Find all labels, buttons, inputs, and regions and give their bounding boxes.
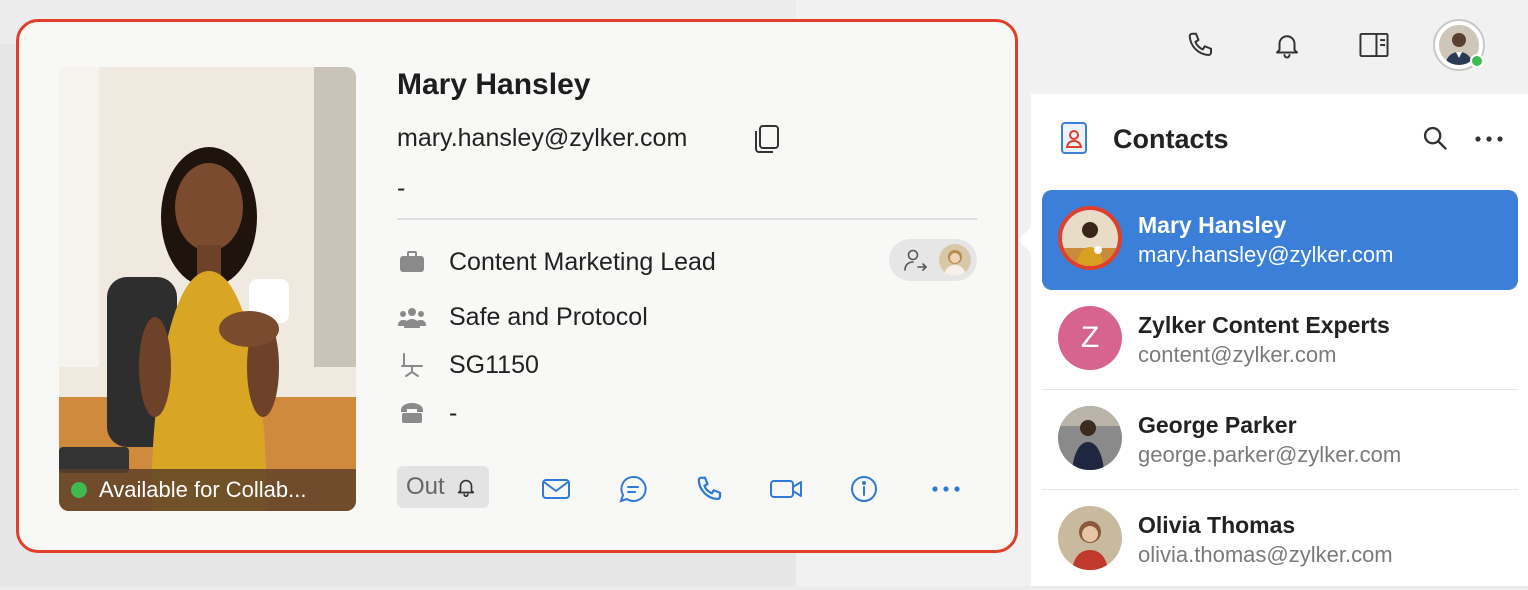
contacts-panel: Contacts Mary Hansley mary.hansley@zylke…: [1031, 94, 1528, 586]
reporting-to-button[interactable]: [889, 239, 977, 281]
contact-item-mary[interactable]: Mary Hansley mary.hansley@zylker.com: [1042, 190, 1518, 290]
contact-email: content@zylker.com: [1138, 342, 1337, 367]
profile-email[interactable]: mary.hansley@zylker.com: [397, 124, 687, 153]
contact-avatar: Z: [1058, 306, 1122, 370]
chair-icon: [397, 350, 427, 380]
divider: [397, 218, 977, 220]
contact-avatar: [1058, 506, 1122, 570]
profile-name: Mary Hansley: [397, 68, 591, 101]
extension-value: -: [449, 398, 458, 427]
department-value: Safe and Protocol: [449, 302, 648, 331]
designation-row: Content Marketing Lead: [397, 245, 716, 279]
contact-name: Mary Hansley: [1138, 212, 1287, 238]
contact-email: olivia.thomas@zylker.com: [1138, 542, 1393, 567]
group-icon: [397, 302, 427, 332]
chat-icon[interactable]: [616, 472, 650, 506]
out-label: Out: [406, 473, 445, 500]
phone-icon[interactable]: [693, 472, 727, 506]
video-icon[interactable]: [769, 472, 803, 506]
search-icon[interactable]: [1421, 124, 1451, 154]
contact-name: Zylker Content Experts: [1138, 312, 1390, 338]
mail-icon[interactable]: [539, 472, 573, 506]
bell-icon: [455, 475, 477, 499]
contacts-book-icon: [1059, 120, 1089, 156]
department-row: Safe and Protocol: [397, 300, 648, 334]
info-icon[interactable]: [847, 472, 881, 506]
contacts-header: Contacts: [1031, 94, 1528, 184]
contact-item-george[interactable]: George Parker george.parker@zylker.com: [1042, 390, 1518, 490]
seat-value: SG1150: [449, 350, 539, 379]
reports-to-icon: [903, 248, 929, 277]
contact-avatar: [1058, 406, 1122, 470]
contact-initial: Z: [1080, 321, 1100, 354]
more-options-icon[interactable]: [1473, 124, 1505, 154]
contact-name: George Parker: [1138, 412, 1297, 438]
briefcase-icon: [397, 247, 427, 277]
profile-photo: Available for Collab...: [59, 67, 356, 511]
user-avatar[interactable]: [1433, 19, 1485, 71]
online-status-dot: [1470, 54, 1484, 68]
contact-email: mary.hansley@zylker.com: [1138, 242, 1394, 267]
contact-item-zylker-content[interactable]: Z Zylker Content Experts content@zylker.…: [1042, 290, 1518, 390]
more-icon[interactable]: [929, 472, 963, 506]
presence-dot: [71, 482, 87, 498]
contacts-title: Contacts: [1113, 124, 1229, 154]
desk-phone-icon: [397, 398, 427, 428]
phone-icon[interactable]: [1184, 28, 1218, 62]
manager-avatar: [939, 244, 971, 276]
designation-value: Content Marketing Lead: [449, 247, 716, 276]
contact-email: george.parker@zylker.com: [1138, 442, 1402, 467]
contact-avatar: [1058, 206, 1122, 270]
extension-row: -: [397, 396, 457, 430]
presence-status-bar: Available for Collab...: [59, 469, 356, 511]
popover-pointer: [1018, 222, 1036, 258]
panel-icon[interactable]: [1357, 28, 1391, 62]
profile-card: Available for Collab... Mary Hansley mar…: [16, 19, 1018, 553]
copy-icon[interactable]: [752, 124, 782, 154]
out-of-office-button[interactable]: Out: [397, 466, 489, 508]
profile-phone: -: [397, 174, 406, 202]
bell-icon[interactable]: [1270, 28, 1304, 62]
contact-name: Olivia Thomas: [1138, 512, 1296, 538]
contact-item-olivia[interactable]: Olivia Thomas olivia.thomas@zylker.com: [1042, 490, 1518, 590]
presence-status-text: Available for Collab...: [99, 477, 307, 502]
seat-row: SG1150: [397, 348, 539, 382]
